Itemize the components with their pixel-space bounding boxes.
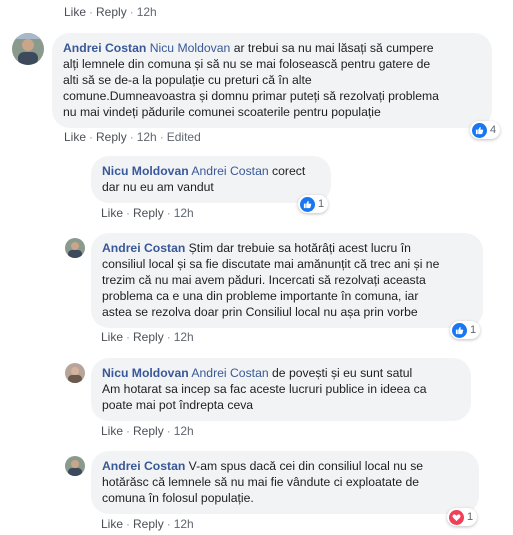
like-link[interactable]: Like bbox=[64, 5, 86, 19]
comment-actions: Like · Reply · 12h bbox=[101, 517, 194, 531]
separator: · bbox=[89, 5, 94, 19]
separator: · bbox=[126, 206, 131, 220]
separator: · bbox=[126, 424, 131, 438]
comment-author[interactable]: Andrei Costan bbox=[102, 241, 185, 255]
comment-line: comune.Dumneavoastra și domnu primar put… bbox=[63, 89, 439, 103]
timestamp[interactable]: 12h bbox=[174, 206, 194, 220]
comment-line: alti să se de-a la populație cu preturi … bbox=[63, 73, 312, 87]
comment-bubble: Andrei Costan V-am spus dacă cei din con… bbox=[91, 451, 479, 514]
comment-line: trezim că nu mai avem păduri. Incercati … bbox=[102, 273, 426, 287]
comment-bubble: Andrei Costan Nicu Moldovan ar trebui sa… bbox=[52, 33, 492, 128]
like-icon bbox=[472, 122, 487, 138]
reply-link[interactable]: Reply bbox=[133, 424, 164, 438]
timestamp[interactable]: 12h bbox=[174, 424, 194, 438]
timestamp[interactable]: 12h bbox=[137, 130, 157, 144]
separator: · bbox=[166, 206, 171, 220]
separator: · bbox=[159, 130, 164, 144]
reply-link[interactable]: Reply bbox=[133, 206, 164, 220]
comment-line: corect bbox=[268, 164, 306, 178]
avatar[interactable] bbox=[65, 363, 85, 383]
comment-line: de povești și eu sunt satul bbox=[268, 366, 413, 380]
comment-bubble: Andrei Costan Știm dar trebuie sa hotărâ… bbox=[91, 233, 483, 328]
comment-text: Andrei Costan Știm dar trebuie sa hotărâ… bbox=[102, 240, 472, 320]
comment-actions: Like · Reply · 12h bbox=[101, 424, 194, 438]
comment-line: problema ca e una din probleme important… bbox=[102, 289, 419, 303]
comment-author[interactable]: Nicu Moldovan bbox=[102, 366, 189, 380]
reaction-number: 1 bbox=[470, 324, 477, 336]
timestamp[interactable]: 12h bbox=[174, 330, 194, 344]
reply-link[interactable]: Reply bbox=[133, 330, 164, 344]
avatar[interactable] bbox=[65, 238, 85, 258]
comment-line: dar nu eu am vandut bbox=[102, 180, 214, 194]
timestamp[interactable]: 12h bbox=[174, 517, 194, 531]
comment-line: astea se rezolva doar prin Consiliul loc… bbox=[102, 305, 418, 319]
like-icon bbox=[300, 196, 315, 212]
separator: · bbox=[166, 330, 171, 344]
edited-label[interactable]: Edited bbox=[167, 130, 201, 144]
comment-author[interactable]: Andrei Costan bbox=[102, 459, 185, 473]
reply-link[interactable]: Reply bbox=[133, 517, 164, 531]
comment-text: Nicu Moldovan Andrei Costan de povești ș… bbox=[102, 365, 460, 413]
timestamp[interactable]: 12h bbox=[137, 5, 157, 19]
comment-author[interactable]: Nicu Moldovan bbox=[102, 164, 189, 178]
heart-icon bbox=[449, 509, 464, 525]
comment-text: Andrei Costan Nicu Moldovan ar trebui sa… bbox=[63, 40, 481, 120]
reaction-count[interactable]: 1 bbox=[298, 195, 329, 213]
comment-line: alți lemnele din comuna și să nu se mai … bbox=[63, 57, 431, 71]
reaction-count[interactable]: 4 bbox=[470, 121, 501, 139]
like-link[interactable]: Like bbox=[101, 330, 123, 344]
comment-line: poate mai pot îndrepta ceva bbox=[102, 398, 254, 412]
comment-text: Nicu Moldovan Andrei Costan corect dar n… bbox=[102, 163, 320, 195]
avatar[interactable] bbox=[65, 456, 85, 476]
separator: · bbox=[166, 517, 171, 531]
comment-mention[interactable]: Nicu Moldovan bbox=[150, 41, 231, 55]
comment-bubble: Nicu Moldovan Andrei Costan corect dar n… bbox=[91, 156, 331, 203]
reply-link[interactable]: Reply bbox=[96, 5, 127, 19]
comment-line: consiliul local și sa fie discutate mai … bbox=[102, 257, 440, 271]
comment-line: Am hotarat sa incep sa fac aceste lucrur… bbox=[102, 382, 427, 396]
reaction-number: 4 bbox=[490, 124, 497, 136]
avatar[interactable] bbox=[12, 33, 44, 65]
like-link[interactable]: Like bbox=[64, 130, 86, 144]
comment-text: Andrei Costan V-am spus dacă cei din con… bbox=[102, 458, 468, 506]
reaction-number: 1 bbox=[318, 198, 325, 210]
comment-line: hotărăsc că lemnele să nu mai fie vândut… bbox=[102, 475, 420, 489]
like-link[interactable]: Like bbox=[101, 206, 123, 220]
comment-line: Știm dar trebuie sa hotărâți acest lucru… bbox=[185, 241, 411, 255]
comment-line: comuna în folosul populație. bbox=[102, 491, 254, 505]
comment-author[interactable]: Andrei Costan bbox=[63, 41, 146, 55]
separator: · bbox=[126, 330, 131, 344]
separator: · bbox=[126, 517, 131, 531]
comment-bubble: Nicu Moldovan Andrei Costan de povești ș… bbox=[91, 358, 471, 421]
comment-line: nu mai vindeți pădurile comunei scoateri… bbox=[63, 105, 381, 119]
comment-mention[interactable]: Andrei Costan bbox=[191, 164, 268, 178]
reaction-count[interactable]: 1 bbox=[447, 508, 478, 526]
comment-line: ar trebui sa nu mai lăsați să cumpere bbox=[230, 41, 434, 55]
reaction-count[interactable]: 1 bbox=[450, 321, 481, 339]
comment-line: V-am spus dacă cei din consiliul local n… bbox=[185, 459, 424, 473]
comment-actions: Like · Reply · 12h bbox=[101, 330, 194, 344]
separator: · bbox=[129, 130, 134, 144]
separator: · bbox=[129, 5, 134, 19]
top-actions: Like · Reply · 12h bbox=[64, 5, 157, 19]
like-icon bbox=[452, 322, 467, 338]
separator: · bbox=[166, 424, 171, 438]
comment-mention[interactable]: Andrei Costan bbox=[191, 366, 268, 380]
like-link[interactable]: Like bbox=[101, 517, 123, 531]
reaction-number: 1 bbox=[467, 511, 474, 523]
comment-actions: Like · Reply · 12h · Edited bbox=[64, 130, 201, 144]
like-link[interactable]: Like bbox=[101, 424, 123, 438]
reply-link[interactable]: Reply bbox=[96, 130, 127, 144]
comment-actions: Like · Reply · 12h bbox=[101, 206, 194, 220]
separator: · bbox=[89, 130, 94, 144]
